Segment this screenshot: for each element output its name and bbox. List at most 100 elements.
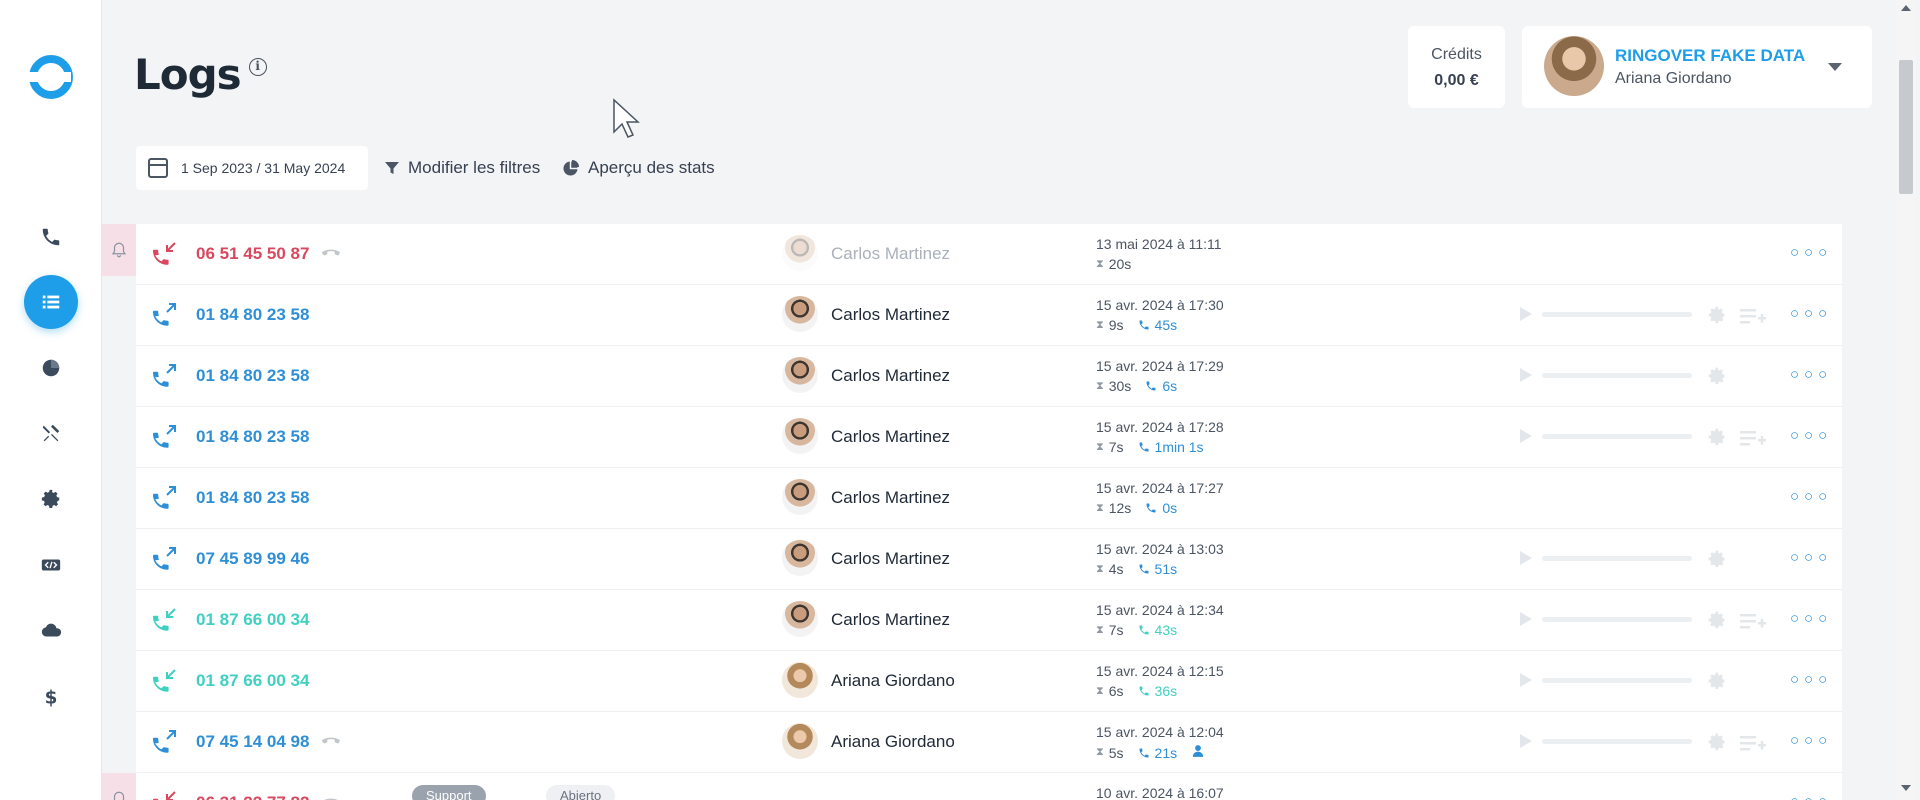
nav-settings[interactable] (24, 472, 78, 526)
phone-number[interactable]: 01 84 80 23 58 (196, 305, 309, 325)
phone-number[interactable]: 07 45 14 04 98 (196, 732, 309, 752)
more-options-icon[interactable]: ○○○ (1790, 671, 1832, 688)
playback-bar[interactable] (1542, 372, 1692, 378)
phone-number[interactable]: 06 51 45 50 87 (196, 244, 309, 264)
chevron-down-icon[interactable] (1828, 63, 1842, 71)
phone-number[interactable]: 01 84 80 23 58 (196, 427, 309, 447)
nav-stats[interactable] (24, 341, 78, 395)
phone-number[interactable]: 01 84 80 23 58 (196, 488, 309, 508)
play-icon[interactable] (1520, 429, 1532, 443)
recording-player[interactable] (1520, 551, 1692, 565)
recording-player[interactable] (1520, 368, 1692, 382)
table-row[interactable]: 07 45 14 04 98 Ariana Giordano 15 avr. 202… (136, 712, 1842, 773)
stats-preview-button[interactable]: Aperçu des stats (562, 158, 715, 178)
more-options-icon[interactable]: ○○○ (1790, 549, 1832, 566)
pie-chart-icon (42, 359, 60, 377)
playback-bar[interactable] (1542, 433, 1692, 439)
table-row[interactable]: 01 84 80 23 58 Carlos Martinez 15 avr. 202… (136, 407, 1842, 468)
incoming-call-icon (153, 608, 176, 631)
agent-name: Ariana Giordano (831, 671, 955, 690)
talk-duration-value: 21s (1154, 744, 1178, 761)
phone-number[interactable]: 01 84 80 23 58 (196, 366, 309, 386)
date-range-picker[interactable]: 1 Sep 2023 / 31 May 2024 (136, 146, 368, 190)
gear-icon[interactable] (1707, 366, 1727, 391)
play-icon[interactable] (1520, 734, 1532, 748)
nav-phone[interactable] (24, 210, 78, 264)
more-options-icon[interactable]: ○○○ (1790, 305, 1832, 322)
add-to-list-icon[interactable] (1740, 611, 1766, 636)
credits-card[interactable]: Crédits 0,00 € (1408, 26, 1505, 108)
phone-number[interactable]: 07 45 89 99 46 (196, 549, 309, 569)
call-durations: 12s 0s (1096, 500, 1191, 516)
table-row[interactable]: 01 87 66 00 34 Ariana Giordano 15 avr. 202… (136, 651, 1842, 712)
more-options-icon[interactable]: ○○○ (1790, 427, 1832, 444)
more-options-icon[interactable]: ○○○ (1790, 610, 1832, 627)
tag-pill[interactable]: Support (412, 785, 486, 800)
table-row[interactable]: 01 84 80 23 58 Carlos Martinez 15 avr. 202… (136, 346, 1842, 407)
scrollbar-thumb[interactable] (1899, 60, 1913, 194)
info-icon[interactable]: i (248, 58, 267, 76)
nav-integrations[interactable] (24, 604, 78, 658)
play-icon[interactable] (1520, 307, 1532, 321)
more-options-icon[interactable]: ○○○ (1790, 366, 1832, 383)
play-icon[interactable] (1520, 612, 1532, 626)
table-row[interactable]: 01 84 80 23 58 Carlos Martinez 15 avr. 202… (136, 285, 1842, 346)
table-row[interactable]: 06 31 22 77 82 Support Abierto 10 avr. 2024… (102, 773, 1842, 800)
more-options-icon[interactable]: ○○○ (1790, 732, 1832, 749)
recording-player[interactable] (1520, 734, 1692, 748)
more-options-icon[interactable]: ○○○ (1790, 793, 1832, 800)
code-icon (41, 559, 61, 571)
recording-player[interactable] (1520, 307, 1692, 321)
hangup-icon (321, 734, 341, 752)
scroll-up-arrow-icon[interactable] (1901, 5, 1911, 11)
play-icon[interactable] (1520, 551, 1532, 565)
playback-bar[interactable] (1542, 677, 1692, 683)
gear-icon[interactable] (1707, 732, 1727, 757)
nav-tools[interactable] (24, 406, 78, 460)
phone-icon (1139, 320, 1149, 330)
add-to-list-icon[interactable] (1740, 428, 1766, 453)
nav-logs[interactable] (24, 275, 78, 329)
phone-number[interactable]: 01 87 66 00 34 (196, 610, 309, 630)
gear-icon[interactable] (1707, 610, 1727, 635)
nav-developer[interactable] (24, 538, 78, 592)
user-company: RINGOVER FAKE DATA (1615, 46, 1806, 65)
gear-icon[interactable] (1707, 427, 1727, 452)
table-row[interactable]: 01 87 66 00 34 Carlos Martinez 15 avr. 202… (136, 590, 1842, 651)
call-datetime: 15 avr. 2024 à 17:29 (1096, 358, 1224, 374)
talk-duration-value: 36s (1154, 683, 1178, 699)
table-row[interactable]: 06 51 45 50 87 Carlos Martinez 13 mai 2024… (102, 224, 1842, 285)
play-icon[interactable] (1520, 673, 1532, 687)
gear-icon[interactable] (1707, 305, 1727, 330)
phone-number[interactable]: 06 31 22 77 82 (196, 793, 309, 800)
user-menu[interactable]: RINGOVER FAKE DATA Ariana Giordano (1522, 26, 1872, 108)
phone-number[interactable]: 01 87 66 00 34 (196, 671, 309, 691)
recording-player[interactable] (1520, 612, 1692, 626)
playback-bar[interactable] (1542, 555, 1692, 561)
modify-filters-button[interactable]: Modifier les filtres (384, 158, 540, 178)
table-row[interactable]: 01 84 80 23 58 Carlos Martinez 15 avr. 202… (136, 468, 1842, 529)
bell-icon[interactable] (102, 773, 136, 800)
phone-icon (1146, 381, 1156, 391)
table-row[interactable]: 07 45 89 99 46 Carlos Martinez 15 avr. 202… (136, 529, 1842, 590)
playback-bar[interactable] (1542, 738, 1692, 744)
playback-bar[interactable] (1542, 616, 1692, 622)
more-options-icon[interactable]: ○○○ (1790, 488, 1832, 505)
avatar (782, 296, 818, 332)
scroll-down-arrow-icon[interactable] (1901, 785, 1911, 791)
gear-icon[interactable] (1707, 671, 1727, 696)
gear-icon[interactable] (1707, 549, 1727, 574)
recording-player[interactable] (1520, 429, 1692, 443)
add-to-list-icon[interactable] (1740, 733, 1766, 758)
nav-billing[interactable]: $ (24, 670, 78, 724)
tag-pill[interactable]: Abierto (546, 785, 616, 800)
recording-player[interactable] (1520, 673, 1692, 687)
ringover-logo[interactable] (27, 55, 73, 99)
talk-duration-value: 45s (1154, 317, 1178, 333)
avatar (782, 662, 818, 698)
playback-bar[interactable] (1542, 311, 1692, 317)
bell-icon[interactable] (102, 224, 136, 276)
more-options-icon[interactable]: ○○○ (1790, 244, 1832, 261)
add-to-list-icon[interactable] (1740, 306, 1766, 331)
play-icon[interactable] (1520, 368, 1532, 382)
